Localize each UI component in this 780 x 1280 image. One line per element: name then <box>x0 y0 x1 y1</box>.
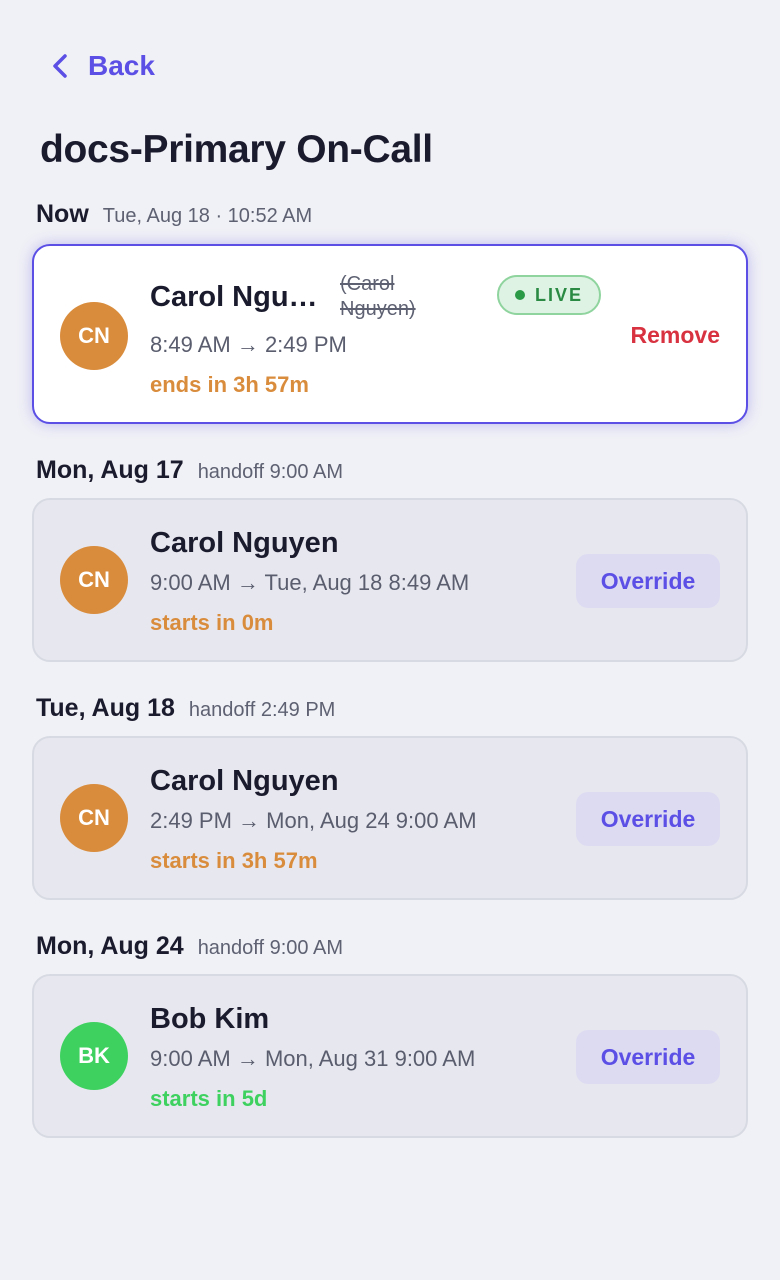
live-shift-card: CN Carol Ngu… (Carol Nguyen) LIVE 8:49 A… <box>32 244 748 424</box>
shift-name: Carol Nguyen <box>150 527 339 559</box>
shift-card: CN Carol Nguyen 9:00 AM → Tue, Aug 18 8:… <box>32 498 748 662</box>
section-header: Mon, Aug 24 handoff 9:00 AM <box>36 932 343 961</box>
shift-status: ends in 3h 57m <box>150 372 309 397</box>
override-button[interactable]: Override <box>576 792 720 846</box>
section-day: Now <box>36 200 89 228</box>
live-dot-icon <box>515 290 525 300</box>
live-badge-label: LIVE <box>535 284 584 305</box>
shift-status: starts in 5d <box>150 1086 268 1111</box>
section-day: Tue, Aug 18 <box>36 694 175 722</box>
section-subtitle: Tue, Aug 18 · 10:52 AM <box>102 205 313 227</box>
section-day: Mon, Aug 17 <box>36 456 184 484</box>
section-subtitle: handoff 9:00 AM <box>197 461 343 483</box>
shift-card: CN Carol Nguyen 2:49 PM → Mon, Aug 24 9:… <box>32 736 748 900</box>
page-title: docs-Primary On-Call <box>40 128 433 171</box>
shift-name: Bob Kim <box>150 1003 270 1035</box>
back-button[interactable]: Back <box>48 50 155 82</box>
shift-name: Carol Nguyen <box>150 765 339 797</box>
avatar: BK <box>60 1022 128 1090</box>
shift-time: 2:49 PM → Mon, Aug 24 9:00 AM <box>150 808 477 833</box>
section-subtitle: handoff 2:49 PM <box>188 699 336 721</box>
avatar: CN <box>60 302 128 370</box>
shift-status: starts in 3h 57m <box>150 848 318 873</box>
shift-time: 8:49 AM → 2:49 PM <box>150 332 347 357</box>
section-day: Mon, Aug 24 <box>36 932 184 960</box>
section-subtitle: handoff 9:00 AM <box>197 937 343 959</box>
shift-card: BK Bob Kim 9:00 AM → Mon, Aug 31 9:00 AM… <box>32 974 748 1138</box>
remove-button[interactable]: Remove <box>631 322 720 349</box>
section-header: Mon, Aug 17 handoff 9:00 AM <box>36 456 343 485</box>
chevron-left-icon <box>53 54 67 78</box>
shift-name: Carol Ngu… <box>150 281 318 313</box>
live-badge: LIVE <box>497 275 602 315</box>
avatar: CN <box>60 784 128 852</box>
override-button[interactable]: Override <box>576 1030 720 1084</box>
section-header: Tue, Aug 18 handoff 2:49 PM <box>36 694 335 723</box>
shift-time: 9:00 AM → Mon, Aug 31 9:00 AM <box>150 1046 476 1071</box>
replaced-name: (Carol Nguyen) <box>340 273 416 320</box>
override-button[interactable]: Override <box>576 554 720 608</box>
shift-time: 9:00 AM → Tue, Aug 18 8:49 AM <box>150 570 470 595</box>
avatar: CN <box>60 546 128 614</box>
shift-status: starts in 0m <box>150 610 274 635</box>
section-header-now: Now Tue, Aug 18 · 10:52 AM <box>36 200 312 229</box>
back-label: Back <box>88 50 155 81</box>
